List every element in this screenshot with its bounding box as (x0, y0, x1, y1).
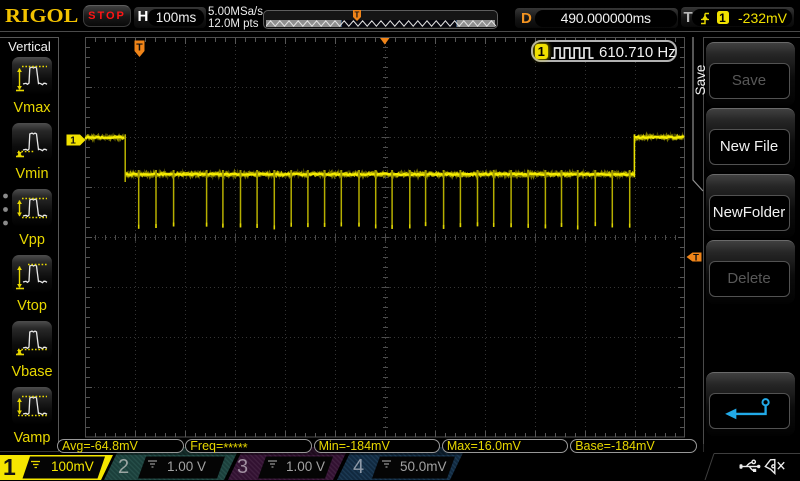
svg-text:T: T (355, 11, 360, 20)
svg-text:T: T (693, 252, 699, 262)
svg-text:1: 1 (70, 136, 76, 147)
svg-text:T: T (136, 41, 143, 53)
